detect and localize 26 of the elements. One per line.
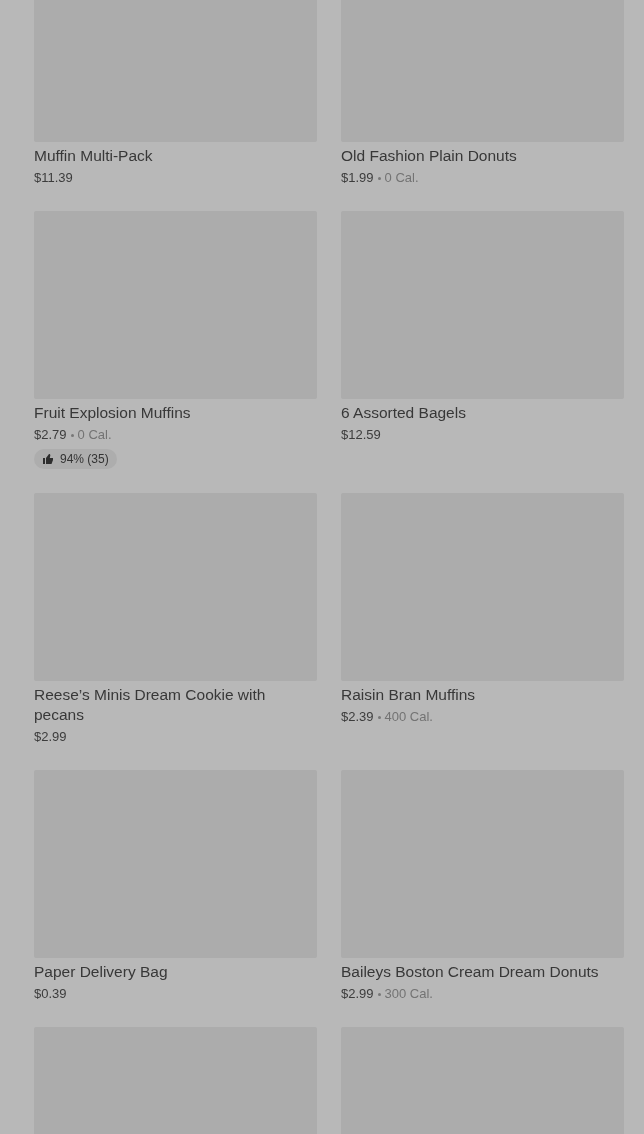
calorie-count: 0 Cal. [77,426,112,444]
product-price: $2.99 [341,985,374,1003]
product-price: $12.59 [341,426,381,444]
product-price: $11.39 [34,169,73,187]
separator-dot [70,433,74,437]
product-name: 6 Assorted Bagels [341,403,467,423]
product-name: Fruit Explosion Muffins [34,403,192,423]
rating-badge: 94% (35) [34,449,117,469]
calorie-count: 300 Cal. [384,985,433,1003]
product-price: $1.99 [341,169,374,187]
separator-dot [377,715,381,719]
product-price: $2.99 [34,728,67,746]
product-price: $2.79 [34,426,67,444]
product-name: Paper Delivery Bag [34,962,169,982]
calorie-count: 400 Cal. [384,708,433,726]
calorie-count: 0 Cal. [384,169,419,187]
product-name: Baileys Boston Cream Dream Donuts [341,962,600,982]
product-name: Reese’s Minis Dream Cookie with pecans [34,685,267,725]
thumbs-up-icon [42,453,54,465]
product-price: $2.39 [341,708,374,726]
product-name: Raisin Bran Muffins [341,685,477,705]
separator-dot [377,992,381,996]
product-name: Old Fashion Plain Donuts [341,146,518,166]
product-price: $0.39 [34,985,67,1003]
separator-dot [377,176,381,180]
product-name: Muffin Multi-Pack [34,146,154,166]
